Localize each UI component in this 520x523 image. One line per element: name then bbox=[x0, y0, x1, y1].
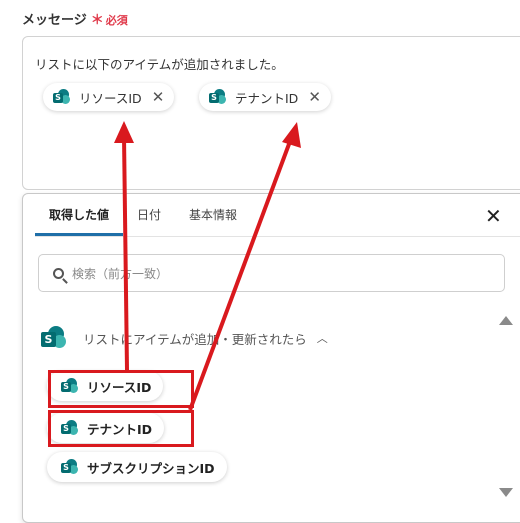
arrow-head-resource-id bbox=[114, 121, 134, 143]
annotation-arrows bbox=[114, 121, 301, 411]
arrow-line-resource-id bbox=[122, 135, 129, 371]
arrow-line-tenant-id bbox=[188, 135, 294, 411]
arrow-head-tenant-id bbox=[282, 122, 301, 148]
